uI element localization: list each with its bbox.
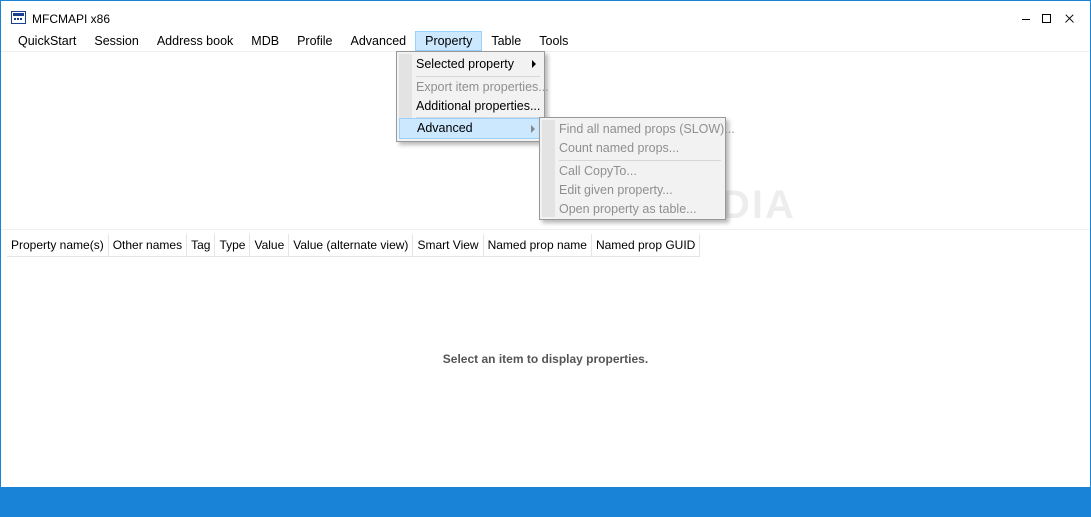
minimize-icon[interactable] [1015,7,1037,29]
column-smart-view[interactable]: Smart View [413,234,484,257]
pane-divider [1,229,1090,230]
status-bar [1,487,1090,516]
column-named-prop-guid[interactable]: Named prop GUID [591,234,701,257]
close-icon[interactable] [1059,7,1081,29]
submenu-arrow-icon [532,60,536,68]
menubar-divider [1,51,1090,52]
menu-table[interactable]: Table [482,31,530,51]
window-title: MFCMAPI x86 [32,12,111,26]
menu-item-call-copyto[interactable]: Call CopyTo... [540,161,725,181]
property-menu-dropdown: Selected property Export item properties… [396,51,549,142]
menu-address-book[interactable]: Address book [148,31,242,51]
column-property-names[interactable]: Property name(s) [7,234,109,257]
menu-item-open-property-as-table[interactable]: Open property as table... [540,199,725,219]
empty-table-message: Select an item to display properties. [442,352,649,366]
column-named-prop-name[interactable]: Named prop name [483,234,592,257]
title-bar[interactable]: MFCMAPI x86 [1,1,1090,31]
column-other-names[interactable]: Other names [108,234,188,257]
menu-item-export-item-properties[interactable]: Export item properties... [397,77,549,97]
column-value-alternate[interactable]: Value (alternate view) [289,234,414,257]
submenu-arrow-icon [531,125,535,133]
menu-item-advanced[interactable]: Advanced [399,118,542,139]
column-type[interactable]: Type [215,234,251,257]
menu-item-count-named-props[interactable]: Count named props... [540,138,725,158]
menu-item-selected-property[interactable]: Selected property [397,54,544,74]
app-window: MFCMAPI x86 QuickStart Session Address b… [0,0,1091,517]
menu-property[interactable]: Property [415,31,483,51]
menu-profile[interactable]: Profile [288,31,341,51]
menu-tools[interactable]: Tools [530,31,577,51]
column-tag[interactable]: Tag [187,234,216,257]
property-table-header: Property name(s) Other names Tag Type Va… [7,234,701,257]
column-value[interactable]: Value [250,234,290,257]
app-icon [11,11,26,24]
menu-item-find-all-named-props[interactable]: Find all named props (SLOW)... [540,119,735,139]
menu-item-edit-given-property[interactable]: Edit given property... [540,180,725,200]
menu-session[interactable]: Session [85,31,147,51]
menu-bar: QuickStart Session Address book MDB Prof… [9,31,577,51]
menu-mdb[interactable]: MDB [242,31,288,51]
maximize-icon[interactable] [1036,7,1058,29]
menu-item-additional-properties[interactable]: Additional properties... [397,96,544,116]
menu-quickstart[interactable]: QuickStart [9,31,85,51]
menu-advanced[interactable]: Advanced [342,31,416,51]
advanced-submenu-dropdown: Find all named props (SLOW)... Count nam… [539,117,735,220]
